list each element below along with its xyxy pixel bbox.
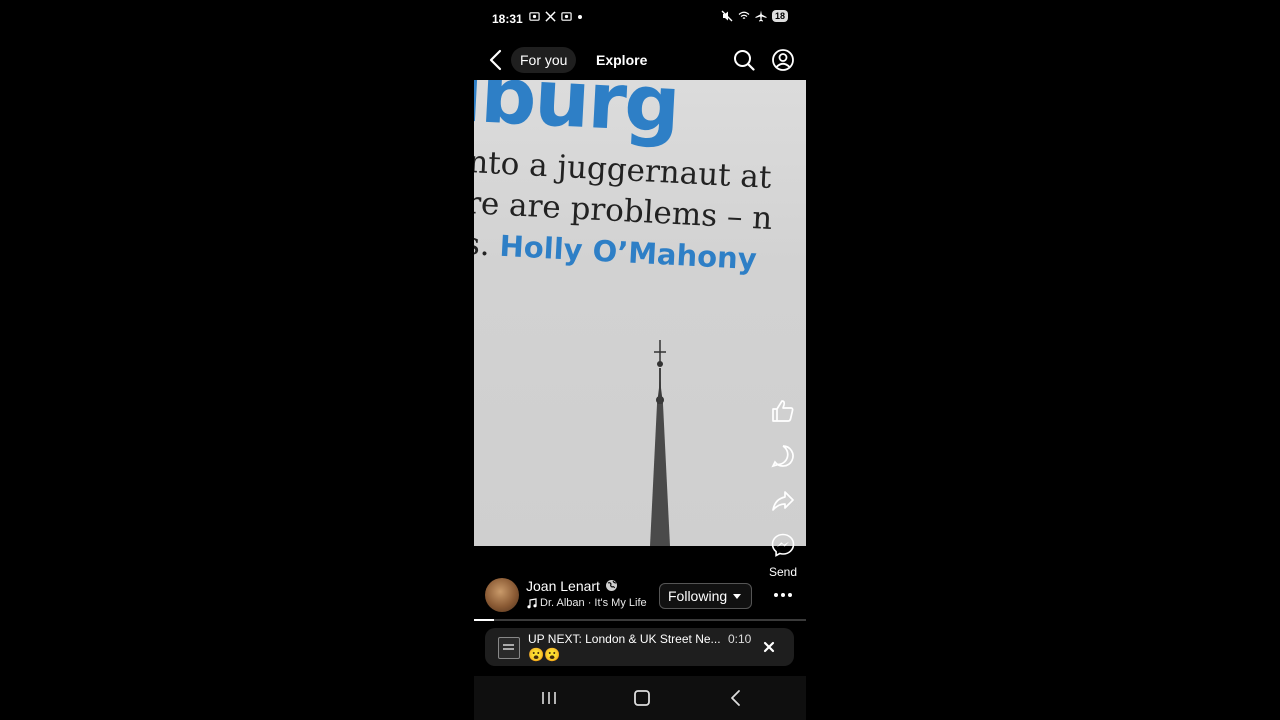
home-icon[interactable]	[632, 688, 652, 708]
status-time: 18:31	[492, 12, 523, 26]
music-label: Dr. Alban · It's My Life	[540, 597, 647, 609]
up-next-emoji: 😮😮	[528, 647, 561, 662]
x-app-icon	[545, 11, 556, 22]
recent-apps-icon[interactable]	[539, 688, 559, 708]
back-icon[interactable]	[726, 688, 746, 708]
search-icon[interactable]	[733, 49, 755, 71]
thumbs-up-icon	[772, 400, 794, 422]
dot-icon	[578, 14, 582, 19]
screenshot-icon	[529, 12, 540, 21]
battery-indicator: 18	[771, 10, 788, 22]
tab-explore[interactable]: Explore	[596, 47, 647, 73]
video-quote-text: nto a juggernaut at re are problems – n …	[474, 142, 775, 281]
up-next-title: UP NEXT: London & UK Street Ne...	[528, 632, 721, 646]
like-action[interactable]	[763, 398, 803, 429]
video-player[interactable]: iburg nto a juggernaut at re are problem…	[474, 80, 806, 546]
notification-icons	[529, 11, 583, 22]
comment-icon	[771, 445, 794, 468]
screen: 18:31 18 For you Explore iburg nto a jug…	[0, 0, 1280, 720]
church-spire-image	[650, 340, 670, 546]
following-button[interactable]: Following	[659, 583, 753, 609]
more-options-icon[interactable]	[774, 593, 792, 597]
screenshot-icon-2	[561, 12, 572, 21]
up-next-thumbnail	[498, 637, 520, 659]
close-icon[interactable]	[758, 636, 780, 658]
video-progress-fill	[474, 619, 494, 621]
up-next-duration: 0:10	[728, 632, 752, 646]
following-label: Following	[668, 588, 728, 604]
globe-icon	[606, 580, 617, 591]
video-progress-bar[interactable]	[474, 619, 806, 621]
quote-line-3-prefix: s.	[474, 225, 491, 264]
status-bar: 18:31 18	[474, 0, 806, 38]
music-info[interactable]: Dr. Alban · It's My Life	[526, 597, 647, 609]
avatar[interactable]	[485, 578, 519, 612]
music-note-icon	[527, 597, 537, 608]
author-name[interactable]: Joan Lenart	[526, 578, 600, 594]
profile-icon[interactable]	[772, 49, 794, 71]
phone-screen: 18:31 18 For you Explore iburg nto a jug…	[474, 0, 806, 720]
mute-icon	[721, 10, 733, 22]
send-action[interactable]: Send	[763, 532, 803, 579]
messenger-icon	[771, 533, 795, 557]
tab-for-you[interactable]: For you	[511, 47, 577, 73]
author-row: Joan Lenart Dr. Alban · It's My Life Fol…	[474, 575, 806, 615]
share-action[interactable]	[763, 488, 803, 519]
video-headline-text: iburg	[474, 80, 681, 151]
up-next-card[interactable]: UP NEXT: London & UK Street Ne... 😮😮 0:1…	[485, 628, 794, 666]
comment-action[interactable]	[763, 443, 803, 474]
airplane-icon	[755, 10, 767, 22]
share-icon	[772, 491, 794, 511]
back-arrow-icon[interactable]	[486, 48, 506, 72]
system-icons: 18	[721, 10, 788, 22]
top-navigation: For you Explore	[474, 40, 806, 80]
caret-down-icon	[733, 593, 742, 599]
wifi-icon	[738, 11, 750, 19]
system-navigation-bar	[474, 676, 806, 720]
